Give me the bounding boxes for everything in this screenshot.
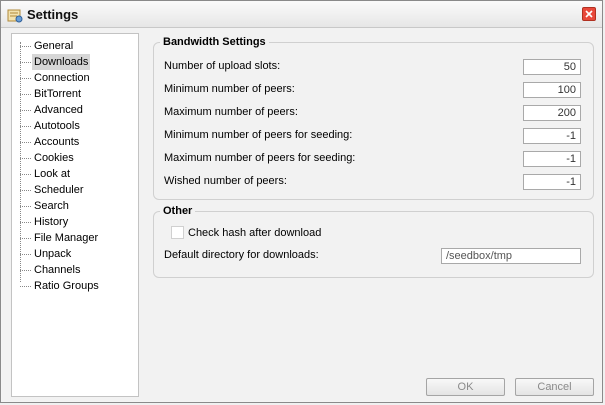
sidebar-item-label: History: [34, 216, 69, 228]
sidebar-item-general[interactable]: General: [12, 38, 138, 54]
bandwidth-settings-group: Bandwidth Settings Number of upload slot…: [153, 36, 594, 200]
sidebar-item-search[interactable]: Search: [12, 198, 138, 214]
bandwidth-row: Maximum number of peers: 200: [164, 105, 581, 121]
check-hash-row[interactable]: Check hash after download: [164, 226, 581, 242]
default-directory-row: Default directory for downloads: /seedbo…: [164, 248, 581, 264]
close-button[interactable]: [582, 7, 596, 21]
sidebar-item-downloads[interactable]: Downloads: [12, 54, 138, 70]
sidebar-item-ratio-groups[interactable]: Ratio Groups: [12, 278, 138, 294]
bandwidth-row: Maximum number of peers for seeding: -1: [164, 151, 581, 167]
bandwidth-field-input[interactable]: 100: [523, 82, 581, 98]
other-group: Other Check hash after download Default …: [153, 205, 594, 278]
tree-branch-line: [20, 238, 31, 239]
sidebar-item-label: Channels: [34, 264, 81, 276]
check-hash-checkbox[interactable]: [171, 226, 184, 239]
close-icon: [585, 10, 593, 18]
bandwidth-field-label: Minimum number of peers:: [164, 83, 295, 95]
tree-branch-line: [20, 270, 31, 271]
sidebar-item-look-at[interactable]: Look at: [12, 166, 138, 182]
bandwidth-row: Minimum number of peers for seeding: -1: [164, 128, 581, 144]
tree-branch-line: [20, 62, 31, 63]
sidebar-item-channels[interactable]: Channels: [12, 262, 138, 278]
tree-branch-line: [20, 190, 31, 191]
tree-branch-line: [20, 222, 31, 223]
check-hash-label: Check hash after download: [188, 227, 322, 239]
settings-app-icon: [7, 7, 23, 23]
tree-branch-line: [20, 126, 31, 127]
sidebar-item-file-manager[interactable]: File Manager: [12, 230, 138, 246]
sidebar-item-label: Autotools: [34, 120, 80, 132]
sidebar-item-autotools[interactable]: Autotools: [12, 118, 138, 134]
sidebar-item-scheduler[interactable]: Scheduler: [12, 182, 138, 198]
bandwidth-field-input[interactable]: -1: [523, 174, 581, 190]
tree-branch-line: [20, 174, 31, 175]
sidebar-item-label: Look at: [34, 168, 71, 180]
sidebar-item-label: Downloads: [32, 54, 91, 70]
sidebar-item-cookies[interactable]: Cookies: [12, 150, 138, 166]
sidebar-item-label: Ratio Groups: [34, 280, 99, 292]
tree-branch-line: [20, 78, 31, 79]
sidebar-item-connection[interactable]: Connection: [12, 70, 138, 86]
bandwidth-row: Minimum number of peers: 100: [164, 82, 581, 98]
sidebar-item-label: General: [34, 40, 74, 52]
sidebar-item-label: Connection: [34, 72, 90, 84]
sidebar-item-label: Advanced: [34, 104, 83, 116]
bandwidth-field-label: Number of upload slots:: [164, 60, 281, 72]
tree-branch-line: [20, 94, 31, 95]
tree-branch-line: [20, 286, 31, 287]
sidebar-item-label: Accounts: [34, 136, 80, 148]
sidebar-item-unpack[interactable]: Unpack: [12, 246, 138, 262]
bandwidth-row: Wished number of peers: -1: [164, 174, 581, 190]
bandwidth-field-label: Wished number of peers:: [164, 175, 287, 187]
other-title: Other: [160, 205, 196, 217]
tree-branch-line: [20, 254, 31, 255]
sidebar-item-label: Unpack: [34, 248, 72, 260]
sidebar-item-history[interactable]: History: [12, 214, 138, 230]
window-title: Settings: [27, 7, 79, 22]
sidebar-item-bittorrent[interactable]: BitTorrent: [12, 86, 138, 102]
bandwidth-field-label: Maximum number of peers:: [164, 106, 298, 118]
bandwidth-field-input[interactable]: -1: [523, 151, 581, 167]
tree-branch-line: [20, 110, 31, 111]
sidebar-item-label: File Manager: [34, 232, 99, 244]
tree-branch-line: [20, 158, 31, 159]
bandwidth-field-input[interactable]: 50: [523, 59, 581, 75]
default-directory-input[interactable]: /seedbox/tmp: [441, 248, 581, 264]
bandwidth-settings-title: Bandwidth Settings: [160, 36, 269, 48]
bandwidth-field-input[interactable]: -1: [523, 128, 581, 144]
bandwidth-field-label: Minimum number of peers for seeding:: [164, 129, 353, 141]
tree-branch-line: [20, 142, 31, 143]
dialog-content: General Downloads Connection BitTorrent Adva…: [2, 28, 601, 401]
sidebar-item-label: Cookies: [34, 152, 74, 164]
sidebar-item-accounts[interactable]: Accounts: [12, 134, 138, 150]
sidebar-item-label: BitTorrent: [34, 88, 82, 100]
bandwidth-row: Number of upload slots: 50: [164, 59, 581, 75]
cancel-button[interactable]: Cancel: [515, 378, 594, 396]
bandwidth-field-input[interactable]: 200: [523, 105, 581, 121]
settings-window: Settings General Downloads Connection BitTo…: [0, 0, 603, 403]
ok-button[interactable]: OK: [426, 378, 505, 396]
settings-category-tree[interactable]: General Downloads Connection BitTorrent Adva…: [11, 33, 139, 397]
default-directory-label: Default directory for downloads:: [164, 249, 319, 261]
sidebar-item-label: Scheduler: [34, 184, 84, 196]
tree-branch-line: [20, 206, 31, 207]
sidebar-item-label: Search: [34, 200, 69, 212]
tree-branch-line: [20, 46, 31, 47]
title-bar[interactable]: Settings: [1, 1, 602, 28]
bandwidth-field-label: Maximum number of peers for seeding:: [164, 152, 356, 164]
sidebar-item-advanced[interactable]: Advanced: [12, 102, 138, 118]
